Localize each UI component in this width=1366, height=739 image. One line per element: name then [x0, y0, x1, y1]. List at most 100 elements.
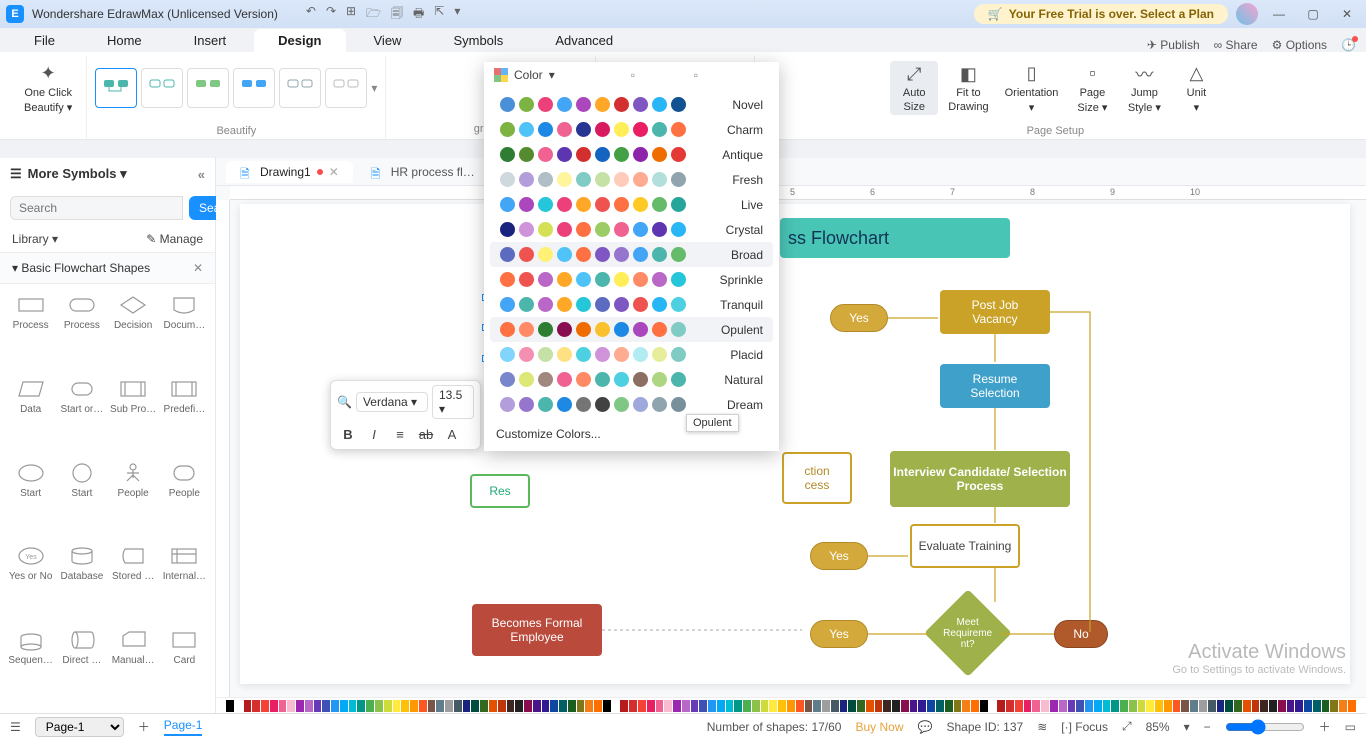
- quick-color[interactable]: [489, 700, 497, 712]
- quick-color[interactable]: [1339, 700, 1347, 712]
- shape-subpro[interactable]: Sub Pro…: [109, 374, 158, 456]
- quick-color[interactable]: [673, 700, 681, 712]
- fc-post-job[interactable]: Post Job Vacancy: [940, 290, 1050, 334]
- theme-thumb-6[interactable]: [325, 68, 367, 108]
- save-icon[interactable]: 🗐: [391, 4, 403, 25]
- quick-color[interactable]: [980, 700, 988, 712]
- quick-color[interactable]: [699, 700, 707, 712]
- notification-icon[interactable]: 🕒: [1341, 38, 1356, 52]
- theme-thumb-5[interactable]: [279, 68, 321, 108]
- shape-predefi[interactable]: Predefi…: [160, 374, 209, 456]
- palette-novel[interactable]: Novel: [490, 92, 773, 117]
- palette-sprinkle[interactable]: Sprinkle: [490, 267, 773, 292]
- quick-color[interactable]: [620, 700, 628, 712]
- quick-color[interactable]: [927, 700, 935, 712]
- quick-color[interactable]: [585, 700, 593, 712]
- menu-file[interactable]: File: [10, 29, 79, 52]
- shape-people[interactable]: People: [160, 458, 209, 540]
- quick-color[interactable]: [296, 700, 304, 712]
- open-icon[interactable]: 🗁: [366, 4, 381, 25]
- quick-color[interactable]: [1269, 700, 1277, 712]
- quick-color[interactable]: [550, 700, 558, 712]
- fc-yes-1[interactable]: Yes: [830, 304, 888, 332]
- more-symbols-label[interactable]: More Symbols ▾: [28, 166, 127, 182]
- quick-color[interactable]: [743, 700, 751, 712]
- quick-color[interactable]: [1243, 700, 1251, 712]
- quick-color[interactable]: [831, 700, 839, 712]
- undo-icon[interactable]: ↶: [306, 4, 316, 25]
- strike-button[interactable]: ab: [415, 423, 437, 445]
- quick-color[interactable]: [805, 700, 813, 712]
- quick-color[interactable]: [822, 700, 830, 712]
- quick-color[interactable]: [471, 700, 479, 712]
- theme-thumb-3[interactable]: [187, 68, 229, 108]
- quick-color[interactable]: [1252, 700, 1260, 712]
- palette-antique[interactable]: Antique: [490, 142, 773, 167]
- quick-color[interactable]: [1181, 700, 1189, 712]
- quick-color[interactable]: [989, 700, 997, 712]
- quick-color[interactable]: [1217, 700, 1225, 712]
- quick-color[interactable]: [507, 700, 515, 712]
- font-size-select[interactable]: 13.5 ▾: [432, 385, 474, 419]
- shape-process[interactable]: Process: [57, 290, 106, 372]
- fc-interview[interactable]: Interview Candidate/ Selection Process: [890, 451, 1070, 507]
- buy-now-link[interactable]: Buy Now: [855, 720, 903, 734]
- fc-becomes[interactable]: Becomes Formal Employee: [472, 604, 602, 656]
- quick-color[interactable]: [577, 700, 585, 712]
- quick-color[interactable]: [918, 700, 926, 712]
- quick-color[interactable]: [340, 700, 348, 712]
- quick-color[interactable]: [244, 700, 252, 712]
- quick-color[interactable]: [892, 700, 900, 712]
- quick-color[interactable]: [1111, 700, 1119, 712]
- quick-color[interactable]: [1068, 700, 1076, 712]
- quick-color[interactable]: [1015, 700, 1023, 712]
- italic-button[interactable]: I: [363, 423, 385, 445]
- zoom-out-icon[interactable]: −: [1204, 720, 1211, 734]
- quick-color[interactable]: [1348, 700, 1356, 712]
- shape-data[interactable]: Data: [6, 374, 55, 456]
- more-icon[interactable]: ▾: [454, 4, 460, 25]
- quick-color[interactable]: [778, 700, 786, 712]
- quick-color[interactable]: [515, 700, 523, 712]
- search-input[interactable]: [10, 196, 183, 220]
- quick-color[interactable]: [270, 700, 278, 712]
- quick-color[interactable]: [769, 700, 777, 712]
- quick-color[interactable]: [498, 700, 506, 712]
- shape-direct[interactable]: Direct …: [57, 625, 106, 707]
- palette-fresh[interactable]: Fresh: [490, 167, 773, 192]
- auto-size-button[interactable]: ⤢ AutoSize: [890, 61, 938, 115]
- quick-color-strip[interactable]: [216, 697, 1366, 713]
- quick-color[interactable]: [480, 700, 488, 712]
- quick-color[interactable]: [1094, 700, 1102, 712]
- shape-docum[interactable]: Docum…: [160, 290, 209, 372]
- palette-placid[interactable]: Placid: [490, 342, 773, 367]
- quick-color[interactable]: [813, 700, 821, 712]
- quick-color[interactable]: [1032, 700, 1040, 712]
- quick-color[interactable]: [691, 700, 699, 712]
- shape-people[interactable]: People: [109, 458, 158, 540]
- quick-color[interactable]: [1146, 700, 1154, 712]
- doc-tab-hr-process[interactable]: 🗎 HR process fl…: [357, 161, 489, 183]
- jump-style-button[interactable]: 〰 JumpStyle ▾: [1120, 61, 1168, 116]
- quick-color[interactable]: [1234, 700, 1242, 712]
- quick-color[interactable]: [1085, 700, 1093, 712]
- layers-icon[interactable]: ≋: [1037, 720, 1047, 734]
- shape-database[interactable]: Database: [57, 541, 106, 623]
- palette-opulent[interactable]: Opulent: [490, 317, 773, 342]
- quick-color[interactable]: [901, 700, 909, 712]
- zoom-in-icon[interactable]: ＋: [1319, 718, 1331, 735]
- page-icon-2[interactable]: ▫: [694, 68, 698, 82]
- quick-color[interactable]: [331, 700, 339, 712]
- quick-color[interactable]: [603, 700, 611, 712]
- menu-insert[interactable]: Insert: [170, 29, 251, 52]
- user-avatar[interactable]: [1236, 3, 1258, 25]
- fc-evaluate[interactable]: Evaluate Training: [910, 524, 1020, 568]
- page-size-button[interactable]: ▫ PageSize ▾: [1068, 61, 1116, 116]
- color-dropdown-header[interactable]: Color ▾ ▫ ▫: [484, 62, 779, 88]
- section-close-icon[interactable]: ✕: [193, 261, 203, 275]
- fc-res-partial[interactable]: Res: [470, 474, 530, 508]
- tab-close-icon[interactable]: ✕: [329, 165, 339, 179]
- quick-color[interactable]: [875, 700, 883, 712]
- doc-tab-drawing1[interactable]: 🗎 Drawing1 ✕: [226, 161, 353, 183]
- quick-color[interactable]: [366, 700, 374, 712]
